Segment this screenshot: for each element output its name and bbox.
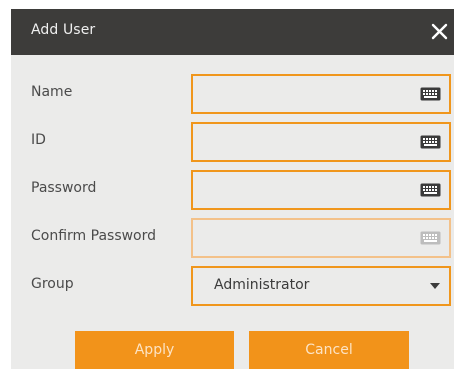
close-button[interactable] <box>426 19 454 45</box>
keyboard-icon[interactable] <box>420 87 441 101</box>
confirm-password-field <box>191 218 451 258</box>
close-x-icon <box>431 23 448 40</box>
password-row: Password <box>11 170 454 210</box>
name-label: Name <box>31 84 73 100</box>
name-input[interactable] <box>193 76 433 110</box>
name-field[interactable] <box>191 74 451 114</box>
group-select[interactable]: Administrator <box>191 266 451 306</box>
chevron-down-icon[interactable] <box>430 283 440 289</box>
cancel-button[interactable]: Cancel <box>249 331 409 369</box>
group-row: Group Administrator <box>11 266 454 306</box>
confirm-password-input <box>193 220 433 254</box>
name-row: Name <box>11 74 454 114</box>
id-row: ID <box>11 122 454 162</box>
password-label: Password <box>31 180 97 196</box>
dialog-title: Add User <box>31 22 96 38</box>
group-selected-value: Administrator <box>214 277 310 293</box>
keyboard-icon[interactable] <box>420 183 441 197</box>
apply-button[interactable]: Apply <box>75 331 234 369</box>
add-user-dialog: Add User Name ID Password Confirm Passwo… <box>11 9 454 369</box>
group-label: Group <box>31 276 74 292</box>
id-input[interactable] <box>193 124 433 158</box>
confirm-password-row: Confirm Password <box>11 218 454 258</box>
password-input[interactable] <box>193 172 433 206</box>
password-field[interactable] <box>191 170 451 210</box>
keyboard-icon[interactable] <box>420 135 441 149</box>
keyboard-icon <box>420 231 441 245</box>
dialog-titlebar: Add User <box>11 9 454 55</box>
confirm-password-label: Confirm Password <box>31 228 157 244</box>
id-label: ID <box>31 132 46 148</box>
id-field[interactable] <box>191 122 451 162</box>
